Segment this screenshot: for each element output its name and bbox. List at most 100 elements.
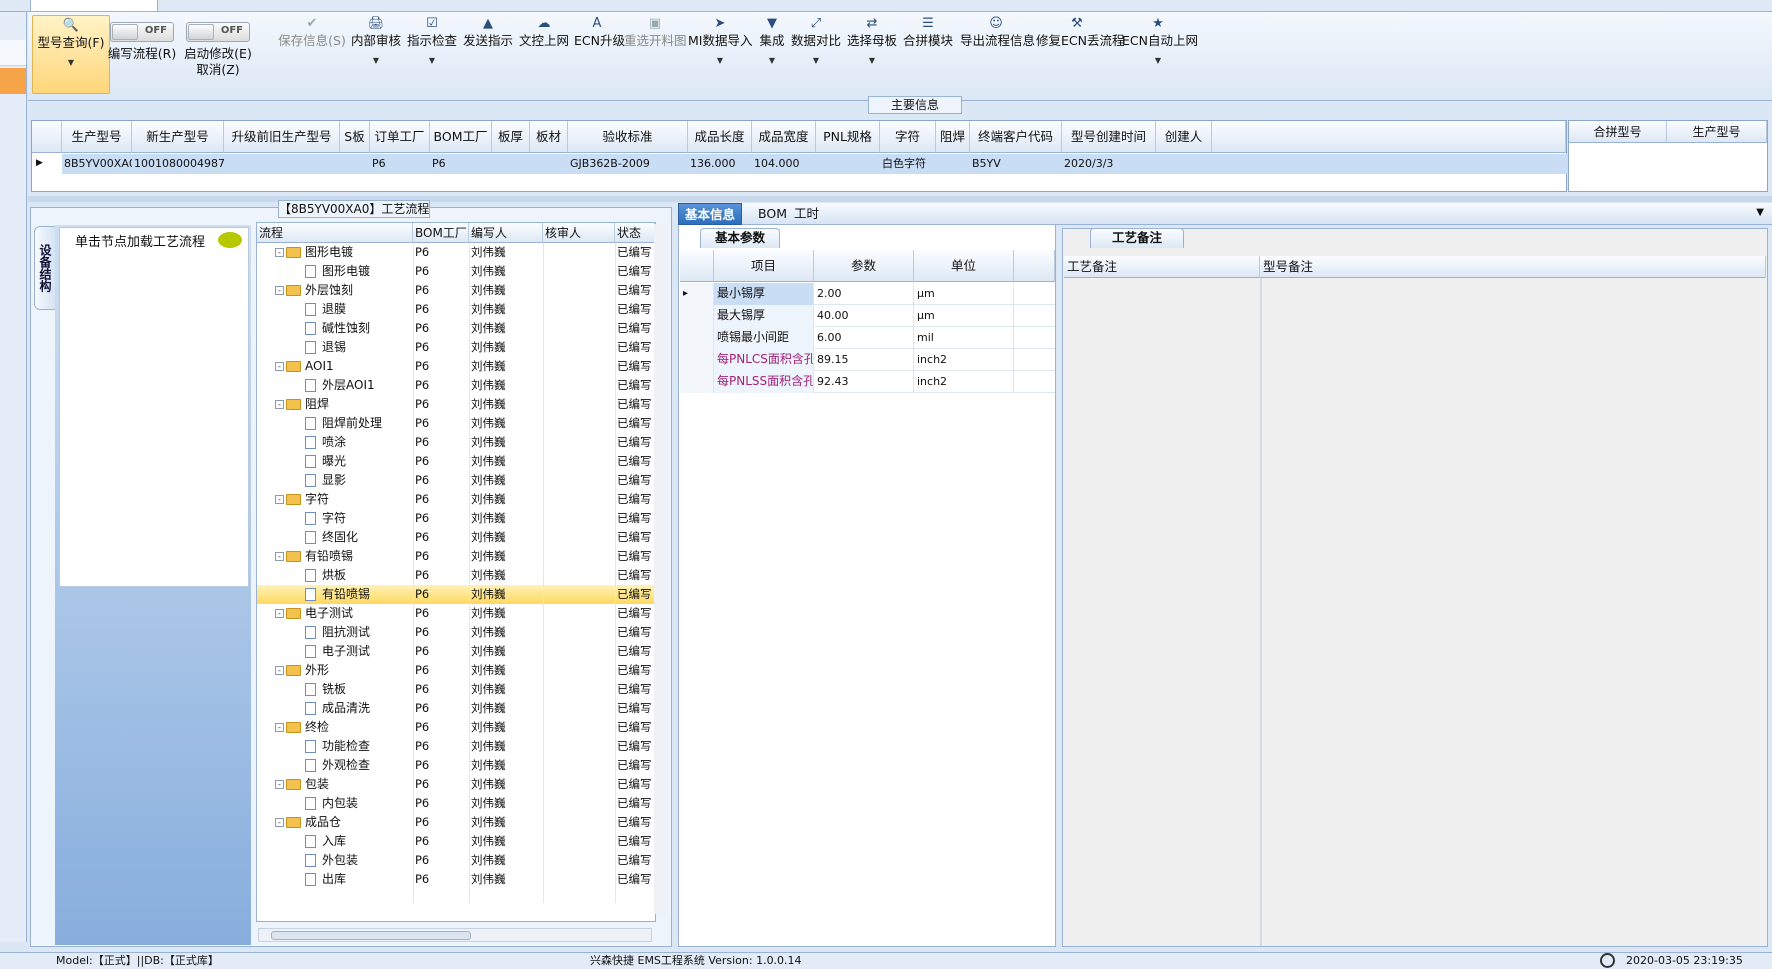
main-col-header[interactable]: BOM工厂	[430, 121, 492, 153]
chevron-down-icon[interactable]: ▼	[790, 56, 842, 65]
tree-horizontal-scrollbar[interactable]	[258, 928, 652, 942]
flow-tree-row[interactable]: 图形电镀 P6 刘伟巍 已编写	[257, 262, 655, 281]
col-status-header[interactable]: 状态	[615, 223, 655, 243]
main-cell[interactable]: P6	[430, 154, 492, 174]
merge-model-header[interactable]: 合拼型号	[1569, 121, 1667, 143]
flow-tree-row[interactable]: 功能检查 P6 刘伟巍 已编写	[257, 737, 655, 756]
param-unit-cell[interactable]: μm	[914, 305, 1014, 327]
select-mother-button[interactable]: ⇄ 选择母板 ▼	[846, 14, 898, 94]
data-compare-button[interactable]: ⤢ 数据对比 ▼	[790, 14, 842, 94]
model-query-button[interactable]: 🔍 型号查询(F) ▼	[32, 15, 110, 94]
param-item-cell[interactable]: 每PNLCS面积含孔	[714, 349, 814, 371]
flow-tree-row[interactable]: - AOI1 P6 刘伟巍 已编写	[257, 357, 655, 376]
send-instruction-button[interactable]: ▲ 发送指示	[462, 14, 514, 94]
param-row[interactable]: 每PNLCS面积含孔 89.15 inch2	[680, 349, 1055, 371]
start-modify-button[interactable]: OFF 启动修改(E) 取消(Z)	[176, 14, 260, 94]
collapse-icon[interactable]: -	[275, 780, 284, 789]
param-value-cell[interactable]: 2.00	[814, 283, 914, 305]
main-cell[interactable]	[224, 154, 340, 174]
scroll-thumb[interactable]	[271, 931, 471, 940]
integrate-button[interactable]: ▼ 集成 ▼	[754, 14, 790, 94]
reselect-drawing-button[interactable]: ▣ 重选开料图	[624, 14, 687, 94]
mi-import-button[interactable]: ➤ MI数据导入 ▼	[688, 14, 752, 94]
param-item-cell[interactable]: 最大锡厚	[714, 305, 814, 327]
main-cell[interactable]	[936, 154, 970, 174]
collapse-icon[interactable]: -	[275, 362, 284, 371]
export-flow-button[interactable]: ☺ 导出流程信息	[960, 14, 1035, 94]
basic-params-tab[interactable]: 基本参数	[700, 228, 780, 248]
param-unit-cell[interactable]: inch2	[914, 371, 1014, 393]
main-cell[interactable]	[492, 154, 530, 174]
collapse-icon[interactable]: -	[275, 400, 284, 409]
main-cell[interactable]: P6	[370, 154, 430, 174]
flow-tree-row[interactable]: - 有铅喷锡 P6 刘伟巍 已编写	[257, 547, 655, 566]
tab-bom[interactable]: BOM	[752, 203, 793, 225]
param-item-cell[interactable]: 最小锡厚	[714, 283, 814, 305]
flow-tree-row[interactable]: 有铅喷锡 P6 刘伟巍 已编写	[257, 585, 655, 604]
main-col-header[interactable]: 成品宽度	[752, 121, 816, 153]
process-notes-tab[interactable]: 工艺备注	[1090, 228, 1184, 248]
flow-tree-row[interactable]: 入库 P6 刘伟巍 已编写	[257, 832, 655, 851]
flow-tree-row[interactable]: - 外层蚀刻 P6 刘伟巍 已编写	[257, 281, 655, 300]
param-row[interactable]: ▸ 最小锡厚 2.00 μm	[680, 283, 1055, 305]
collapse-icon[interactable]: -	[275, 552, 284, 561]
main-cell[interactable]: 10010800049875	[132, 154, 224, 174]
unit-header[interactable]: 单位	[914, 250, 1014, 282]
main-col-header[interactable]: S板	[340, 121, 370, 153]
cancel-label[interactable]: 取消(Z)	[176, 62, 260, 78]
chevron-down-icon[interactable]: ▼	[406, 56, 458, 65]
flow-tree-row[interactable]: 阻焊前处理 P6 刘伟巍 已编写	[257, 414, 655, 433]
ecn-auto-online-button[interactable]: ★ ECN自动上网 ▼	[1122, 14, 1198, 94]
param-row[interactable]: 最大锡厚 40.00 μm	[680, 305, 1055, 327]
param-value-cell[interactable]: 92.43	[814, 371, 914, 393]
main-col-header[interactable]: 订单工厂	[370, 121, 430, 153]
main-col-header[interactable]: 验收标准	[568, 121, 688, 153]
chevron-down-icon[interactable]: ▼	[1122, 56, 1194, 65]
repair-ecn-button[interactable]: ⚒ 修复ECN丢流程	[1036, 14, 1124, 94]
param-value-cell[interactable]: 40.00	[814, 305, 914, 327]
value-header[interactable]: 参数	[814, 250, 914, 282]
main-cell[interactable]: 104.000	[752, 154, 816, 174]
main-col-header[interactable]: 生产型号	[62, 121, 132, 153]
write-flow-toggle[interactable]: OFF	[110, 22, 174, 42]
param-value-cell[interactable]: 89.15	[814, 349, 914, 371]
chevron-down-icon[interactable]: ▼	[33, 58, 109, 67]
main-col-header[interactable]: 成品长度	[688, 121, 752, 153]
flow-tree-row[interactable]: 成品清洗 P6 刘伟巍 已编写	[257, 699, 655, 718]
main-cell[interactable]	[340, 154, 370, 174]
tab-work-hours[interactable]: 工时	[788, 203, 825, 225]
chevron-down-icon[interactable]: ▼	[350, 56, 402, 65]
tab-basic-info[interactable]: 基本信息	[678, 203, 743, 225]
main-col-header[interactable]: 新生产型号	[132, 121, 224, 153]
param-row[interactable]: 喷锡最小间距 6.00 mil	[680, 327, 1055, 349]
main-cell[interactable]	[816, 154, 880, 174]
flow-tree-row[interactable]: 内包装 P6 刘伟巍 已编写	[257, 794, 655, 813]
col-bom-header[interactable]: BOM工厂	[413, 223, 469, 243]
collapse-icon[interactable]: -	[275, 609, 284, 618]
flow-tree-row[interactable]: 字符 P6 刘伟巍 已编写	[257, 509, 655, 528]
collapse-icon[interactable]: -	[275, 248, 284, 257]
param-unit-cell[interactable]: inch2	[914, 349, 1014, 371]
collapse-icon[interactable]: -	[275, 723, 284, 732]
col-writer-header[interactable]: 编写人	[469, 223, 543, 243]
flow-tree-row[interactable]: - 阻焊 P6 刘伟巍 已编写	[257, 395, 655, 414]
flow-tree-row[interactable]: 显影 P6 刘伟巍 已编写	[257, 471, 655, 490]
flow-tree-row[interactable]: 退膜 P6 刘伟巍 已编写	[257, 300, 655, 319]
main-col-header[interactable]: 阻焊	[936, 121, 970, 153]
flow-tree-row[interactable]: - 电子测试 P6 刘伟巍 已编写	[257, 604, 655, 623]
flow-tree-row[interactable]: 终固化 P6 刘伟巍 已编写	[257, 528, 655, 547]
tree-vertical-scrollbar[interactable]	[654, 224, 668, 914]
write-flow-button[interactable]: OFF 编写流程(R)	[100, 14, 184, 94]
main-cell[interactable]: 136.000	[688, 154, 752, 174]
flow-tree-row[interactable]: - 成品仓 P6 刘伟巍 已编写	[257, 813, 655, 832]
flow-tree-row[interactable]: 出库 P6 刘伟巍 已编写	[257, 870, 655, 889]
production-model-header[interactable]: 生产型号	[1667, 121, 1767, 143]
main-col-header[interactable]: 升级前旧生产型号	[224, 121, 340, 153]
merge-module-button[interactable]: ☰ 合拼模块	[902, 14, 954, 94]
flow-tree-row[interactable]: 退锡 P6 刘伟巍 已编写	[257, 338, 655, 357]
doc-online-button[interactable]: ☁ 文控上网	[518, 14, 570, 94]
main-cell[interactable]: 8B5YV00XA0	[62, 154, 132, 174]
flow-tree-row[interactable]: - 图形电镀 P6 刘伟巍 已编写	[257, 243, 655, 262]
save-info-button[interactable]: ✔ 保存信息(S)	[277, 14, 347, 94]
col-reviewer-header[interactable]: 核审人	[543, 223, 615, 243]
